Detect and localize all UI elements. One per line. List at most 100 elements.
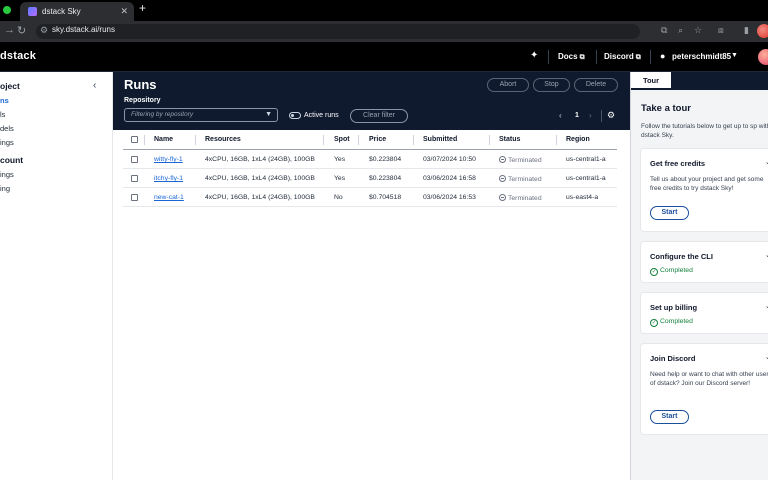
column-header-spot[interactable]: Spot <box>334 136 350 143</box>
run-submitted: 03/06/2024 16:58 <box>423 175 476 182</box>
run-status: Terminated <box>499 194 542 202</box>
browser-tabbar: dstack Sky ✕ + <box>0 0 768 21</box>
external-link-icon: ⧉ <box>579 54 585 61</box>
pager-divider <box>601 110 602 122</box>
collapse-sidebar-icon[interactable]: ‹ <box>93 80 96 91</box>
repository-select[interactable]: Filtering by repository ▼ <box>124 108 278 122</box>
sidebar-item-pools[interactable]: ls <box>0 110 5 119</box>
user-icon: ● <box>660 51 666 61</box>
brand-logo[interactable]: dstack <box>0 50 36 62</box>
browser-tab[interactable]: dstack Sky ✕ <box>20 2 134 21</box>
column-divider <box>195 135 196 145</box>
bookmark-star-icon[interactable]: ☆ <box>694 25 702 36</box>
forward-icon[interactable]: → <box>4 24 15 36</box>
column-header-region[interactable]: Region <box>566 136 590 143</box>
clear-filter-button[interactable]: Clear filter <box>350 109 408 123</box>
sidebar-item-billing[interactable]: ing <box>0 184 10 193</box>
site-info-icon[interactable]: ⚙ <box>40 25 48 36</box>
run-price: $0.223804 <box>369 175 402 182</box>
reload-icon[interactable]: ↻ <box>17 24 26 37</box>
column-header-submitted[interactable]: Submitted <box>423 136 457 143</box>
card-title: Get free credits <box>650 159 706 168</box>
open-in-icon[interactable]: ⧉ <box>661 25 667 36</box>
table-row[interactable]: witty-fly-1 4xCPU, 16GB, 1xL4 (24GB), 10… <box>123 150 617 169</box>
column-divider <box>489 135 490 145</box>
header-divider <box>596 50 597 64</box>
tour-card-free-credits[interactable]: Get free credits ⌄ Tell us about your pr… <box>640 148 768 232</box>
run-price: $0.223804 <box>369 156 402 163</box>
zoom-icon[interactable]: ⌕ <box>678 25 683 36</box>
run-name-link[interactable]: new-cat-1 <box>154 194 184 201</box>
column-header-status[interactable]: Status <box>499 136 520 143</box>
tab-tour[interactable]: Tour <box>631 72 671 90</box>
column-divider <box>556 135 557 145</box>
sidebar-item-account-settings[interactable]: ings <box>0 170 14 179</box>
stop-button[interactable]: Stop <box>533 78 570 92</box>
select-all-checkbox[interactable] <box>131 136 138 143</box>
sidepanel-icon[interactable]: ▮ <box>744 25 749 36</box>
run-resources: 4xCPU, 16GB, 1xL4 (24GB), 100GB <box>205 175 315 182</box>
run-status: Terminated <box>499 175 542 183</box>
table-row[interactable]: itchy-fly-1 4xCPU, 16GB, 1xL4 (24GB), 10… <box>123 169 617 188</box>
sidebar-item-project-settings[interactable]: ings <box>0 138 14 147</box>
window-maximize-dot[interactable] <box>3 6 11 14</box>
run-name-link[interactable]: itchy-fly-1 <box>154 175 183 182</box>
run-name-link[interactable]: witty-fly-1 <box>154 156 183 163</box>
runs-header: Runs Abort Stop Delete Repository Filter… <box>113 72 630 130</box>
browser-toolbar: → ↻ <box>0 21 768 42</box>
extensions-icon[interactable]: ⧈ <box>718 25 724 36</box>
run-status-text: Terminated <box>508 157 542 164</box>
url-text[interactable]: sky.dstack.ai/runs <box>52 25 115 34</box>
delete-button[interactable]: Delete <box>574 78 618 92</box>
caret-down-icon[interactable]: ▼ <box>731 52 738 59</box>
discord-link[interactable]: Discord ⧉ <box>604 52 641 62</box>
tour-card-billing[interactable]: Set up billing ⌄ ✓ Completed <box>640 292 768 334</box>
column-divider <box>144 135 145 145</box>
row-checkbox[interactable] <box>131 175 138 182</box>
tour-card-discord[interactable]: Join Discord ⌄ Need help or want to chat… <box>640 343 768 435</box>
tour-tabbar: Tour <box>631 72 768 90</box>
column-header-name[interactable]: Name <box>154 136 173 143</box>
column-header-resources[interactable]: Resources <box>205 136 241 143</box>
docs-link[interactable]: Docs ⧉ <box>558 52 585 62</box>
sidebar-account-heading: count <box>0 155 24 165</box>
browser-profile-icon[interactable] <box>757 24 768 38</box>
sidebar-item-models[interactable]: dels <box>0 124 14 133</box>
sidebar-item-runs[interactable]: ns <box>0 96 9 105</box>
column-divider <box>358 135 359 145</box>
previous-page-icon[interactable]: ‹ <box>559 111 562 120</box>
current-page[interactable]: 1 <box>575 112 579 119</box>
run-resources: 4xCPU, 16GB, 1xL4 (24GB), 100GB <box>205 156 315 163</box>
external-link-icon: ⧉ <box>635 54 641 61</box>
tour-description: Follow the tutorials below to get up to … <box>641 123 768 139</box>
header-divider <box>650 50 651 64</box>
row-checkbox[interactable] <box>131 194 138 201</box>
run-region: us-central1-a <box>566 175 606 182</box>
completed-status: ✓ Completed <box>650 318 693 327</box>
tour-card-configure-cli[interactable]: Configure the CLI ⌄ ✓ Completed <box>640 241 768 283</box>
theme-toggle-icon[interactable]: ✦ <box>530 50 538 61</box>
table-row[interactable]: new-cat-1 4xCPU, 16GB, 1xL4 (24GB), 100G… <box>123 188 617 207</box>
column-header-price[interactable]: Price <box>369 136 386 143</box>
run-price: $0.704518 <box>369 194 402 201</box>
runs-table: Name Resources Spot Price Submitted Stat… <box>113 130 630 480</box>
completed-status: ✓ Completed <box>650 267 693 276</box>
abort-button[interactable]: Abort <box>487 78 529 92</box>
start-button[interactable]: Start <box>650 206 689 220</box>
page-title: Runs <box>124 77 157 92</box>
address-bar[interactable] <box>36 24 640 39</box>
next-page-icon[interactable]: › <box>589 111 592 120</box>
run-spot: Yes <box>334 156 346 163</box>
avatar[interactable] <box>758 49 768 65</box>
active-runs-toggle[interactable] <box>289 112 301 119</box>
app-header: dstack ✦ Docs ⧉ Discord ⧉ ● peterschmidt85… <box>0 42 768 72</box>
card-text: Need help or want to chat with other use… <box>650 371 768 387</box>
run-spot: No <box>334 194 343 201</box>
row-checkbox[interactable] <box>131 156 138 163</box>
tab-close-icon[interactable]: ✕ <box>120 2 128 21</box>
table-settings-icon[interactable]: ⚙ <box>607 110 615 121</box>
start-button[interactable]: Start <box>650 410 689 424</box>
run-status-text: Terminated <box>508 176 542 183</box>
new-tab-icon[interactable]: + <box>139 1 146 15</box>
user-menu[interactable]: peterschmidt85 <box>672 52 731 61</box>
